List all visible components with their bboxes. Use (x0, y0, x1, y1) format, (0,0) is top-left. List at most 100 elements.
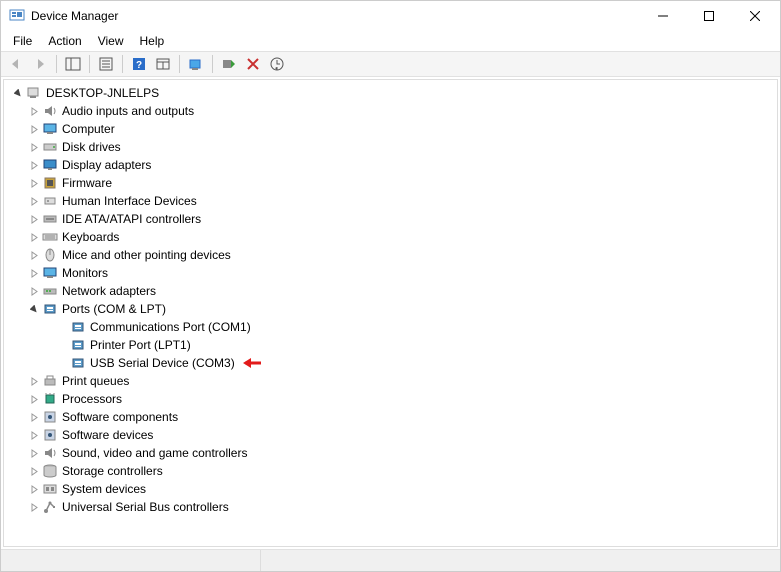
toolbar-separator (56, 55, 57, 73)
expand-icon[interactable] (26, 193, 42, 209)
window-title: Device Manager (31, 9, 640, 23)
menu-view[interactable]: View (90, 32, 132, 50)
expand-icon[interactable] (26, 229, 42, 245)
tree-item-label: Software devices (62, 428, 153, 442)
menu-file[interactable]: File (5, 32, 40, 50)
tree-category[interactable]: System devices (6, 480, 775, 498)
no-expand-icon (54, 355, 70, 371)
expand-icon[interactable] (26, 283, 42, 299)
no-expand-icon (54, 337, 70, 353)
cpu-icon (42, 391, 58, 407)
tree-item-label: USB Serial Device (COM3) (90, 356, 235, 370)
network-icon (42, 283, 58, 299)
tree-item-label: Sound, video and game controllers (62, 446, 247, 460)
tree-item-label: Printer Port (LPT1) (90, 338, 191, 352)
tree-category[interactable]: Disk drives (6, 138, 775, 156)
tree-category[interactable]: Firmware (6, 174, 775, 192)
tree-category[interactable]: Keyboards (6, 228, 775, 246)
tree-category[interactable]: Universal Serial Bus controllers (6, 498, 775, 516)
expand-icon[interactable] (26, 247, 42, 263)
tree-category[interactable]: Print queues (6, 372, 775, 390)
titlebar: Device Manager (1, 1, 780, 31)
expand-icon[interactable] (26, 409, 42, 425)
expand-icon[interactable] (26, 121, 42, 137)
pc-icon (26, 85, 42, 101)
expand-icon[interactable] (26, 463, 42, 479)
callout-arrow-icon (243, 356, 269, 370)
enable-button[interactable] (266, 53, 288, 75)
tree-category[interactable]: Audio inputs and outputs (6, 102, 775, 120)
menu-action[interactable]: Action (40, 32, 89, 50)
back-button[interactable] (5, 53, 27, 75)
tree-item-label: Storage controllers (62, 464, 163, 478)
statusbar-cell (261, 550, 780, 571)
tree-category[interactable]: Human Interface Devices (6, 192, 775, 210)
maximize-button[interactable] (686, 1, 732, 31)
minimize-button[interactable] (640, 1, 686, 31)
port-icon (70, 319, 86, 335)
tree-item-label: Audio inputs and outputs (62, 104, 194, 118)
tree-item-label: Universal Serial Bus controllers (62, 500, 229, 514)
statusbar (1, 549, 780, 571)
expand-icon[interactable] (26, 481, 42, 497)
system-icon (42, 481, 58, 497)
scan-button[interactable] (185, 53, 207, 75)
collapse-icon[interactable] (26, 301, 42, 317)
toolbar-separator (122, 55, 123, 73)
tree-category[interactable]: IDE ATA/ATAPI controllers (6, 210, 775, 228)
mouse-icon (42, 247, 58, 263)
svg-text:?: ? (136, 60, 142, 71)
properties-button[interactable] (95, 53, 117, 75)
tree-category[interactable]: Processors (6, 390, 775, 408)
tree-category[interactable]: Network adapters (6, 282, 775, 300)
tree-category[interactable]: Software devices (6, 426, 775, 444)
chip-icon (42, 175, 58, 191)
menubar: File Action View Help (1, 31, 780, 51)
toolbar-separator (89, 55, 90, 73)
tree-item-label: Mice and other pointing devices (62, 248, 231, 262)
tree-item-label: Firmware (62, 176, 112, 190)
tree-root[interactable]: DESKTOP-JNLELPS (6, 84, 775, 102)
menu-help[interactable]: Help (132, 32, 173, 50)
tree-device[interactable]: USB Serial Device (COM3) (6, 354, 775, 372)
expand-icon[interactable] (26, 265, 42, 281)
tree-category[interactable]: Ports (COM & LPT) (6, 300, 775, 318)
expand-icon[interactable] (26, 373, 42, 389)
tree-item-label: Display adapters (62, 158, 151, 172)
tree-category[interactable]: Mice and other pointing devices (6, 246, 775, 264)
tree-category[interactable]: Computer (6, 120, 775, 138)
tree-category[interactable]: Display adapters (6, 156, 775, 174)
help-button[interactable]: ? (128, 53, 150, 75)
app-icon (9, 8, 25, 24)
tree-category[interactable]: Storage controllers (6, 462, 775, 480)
expand-icon[interactable] (26, 103, 42, 119)
view-button[interactable] (152, 53, 174, 75)
tree-item-label: IDE ATA/ATAPI controllers (62, 212, 201, 226)
showhide-tree-button[interactable] (62, 53, 84, 75)
forward-button[interactable] (29, 53, 51, 75)
expand-icon[interactable] (26, 427, 42, 443)
tree-category[interactable]: Sound, video and game controllers (6, 444, 775, 462)
expand-icon[interactable] (26, 211, 42, 227)
tree-category[interactable]: Software components (6, 408, 775, 426)
display-icon (42, 157, 58, 173)
tree-device[interactable]: Printer Port (LPT1) (6, 336, 775, 354)
expand-icon[interactable] (26, 157, 42, 173)
expand-icon[interactable] (26, 391, 42, 407)
update-driver-button[interactable] (218, 53, 240, 75)
collapse-icon[interactable] (10, 85, 26, 101)
expand-icon[interactable] (26, 175, 42, 191)
expand-icon[interactable] (26, 499, 42, 515)
software-icon (42, 409, 58, 425)
monitor-icon (42, 265, 58, 281)
tree-category[interactable]: Monitors (6, 264, 775, 282)
expand-icon[interactable] (26, 139, 42, 155)
device-tree[interactable]: DESKTOP-JNLELPS Audio inputs and outputs C… (3, 79, 778, 547)
close-button[interactable] (732, 1, 778, 31)
tree-item-label: System devices (62, 482, 146, 496)
expand-icon[interactable] (26, 445, 42, 461)
port-icon (70, 355, 86, 371)
disk-icon (42, 139, 58, 155)
uninstall-button[interactable] (242, 53, 264, 75)
tree-device[interactable]: Communications Port (COM1) (6, 318, 775, 336)
